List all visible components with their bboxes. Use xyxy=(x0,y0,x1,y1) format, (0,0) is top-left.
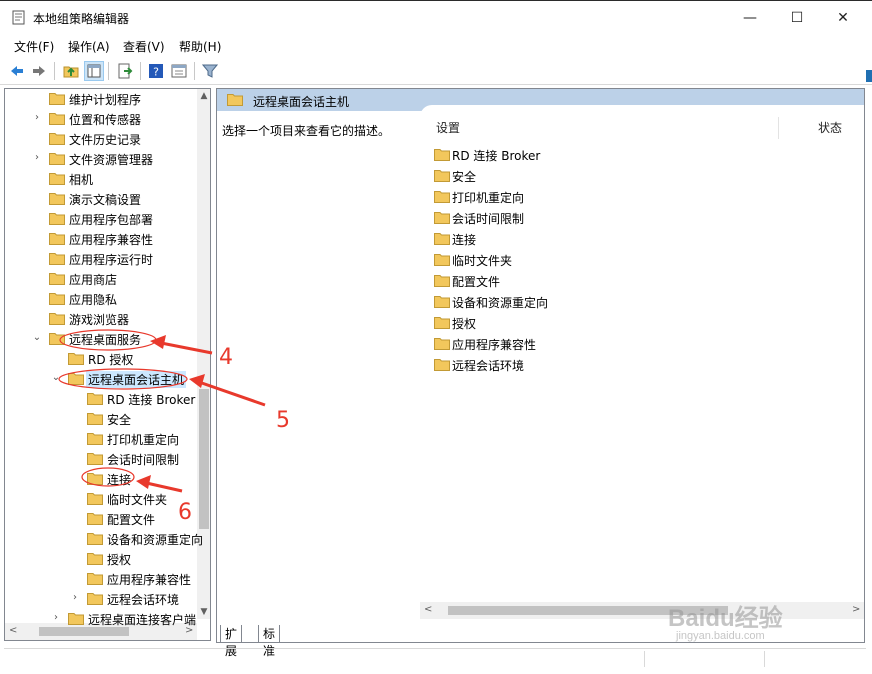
annotation-label: 5 xyxy=(276,408,290,433)
annotation-label: 4 xyxy=(219,345,233,370)
annotation-circle xyxy=(81,467,135,487)
annotation-circle xyxy=(59,329,157,351)
watermark-url: jingyan.baidu.com xyxy=(676,630,765,642)
annotation-arrow xyxy=(195,379,266,407)
annotation-arrow-head xyxy=(150,335,166,349)
annotation-arrow xyxy=(155,340,213,355)
watermark-brand: Baidu经验 xyxy=(668,605,783,632)
annotation-label: 6 xyxy=(178,500,192,525)
annotation-overlay xyxy=(58,329,266,493)
annotation-arrow-head xyxy=(136,475,151,489)
annotation-circle xyxy=(58,368,188,390)
annotation-arrow-head xyxy=(189,374,205,388)
